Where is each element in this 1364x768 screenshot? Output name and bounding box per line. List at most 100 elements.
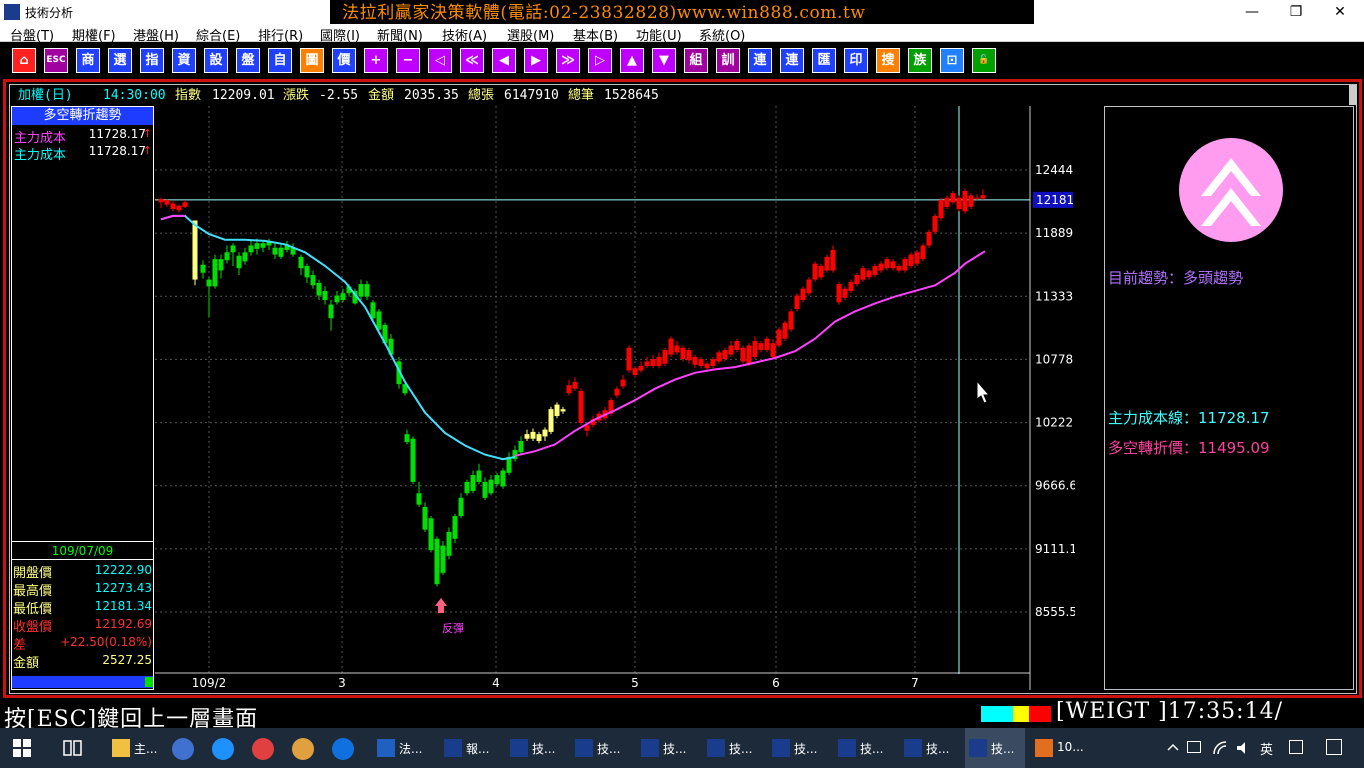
toolbar-button[interactable]: ▼ xyxy=(652,48,676,73)
maximize-button[interactable]: ❐ xyxy=(1274,0,1318,24)
menu-hk[interactable]: 港盤(H) xyxy=(133,25,179,44)
menu-ranking[interactable]: 排行(R) xyxy=(258,25,303,44)
candle-body xyxy=(230,245,236,253)
notification-icon[interactable] xyxy=(1326,739,1342,755)
taskbar-item[interactable]: 報... xyxy=(440,728,500,768)
taskbar-item[interactable]: 技... xyxy=(965,728,1025,768)
edge-legacy-icon[interactable] xyxy=(212,738,234,760)
toolbar-button[interactable]: 自 xyxy=(268,48,292,73)
main-cost-label: 主力成本 xyxy=(14,148,67,163)
toolbar-button[interactable]: 搜 xyxy=(876,48,900,73)
candle-body xyxy=(800,288,806,301)
toolbar-button[interactable]: 連 xyxy=(780,48,804,73)
toolbar-button[interactable]: ▶ xyxy=(524,48,548,73)
toolbar-button[interactable]: 商 xyxy=(76,48,100,73)
toolbar-button[interactable]: 指 xyxy=(140,48,164,73)
toolbar-button[interactable]: ESC xyxy=(44,48,68,73)
menu-stock-picking[interactable]: 選股(M) xyxy=(507,25,554,44)
windows-start-icon[interactable] xyxy=(13,739,31,757)
toolbar-button[interactable]: ▷ xyxy=(588,48,612,73)
task-view-icon[interactable] xyxy=(62,739,82,757)
edge-icon[interactable] xyxy=(332,738,354,760)
toolbar-button[interactable]: 🔓 xyxy=(972,48,996,73)
candle-body xyxy=(500,470,506,487)
candle-body xyxy=(554,404,560,416)
toolbar-button[interactable]: 設 xyxy=(204,48,228,73)
x-tick-label: 5 xyxy=(631,676,639,690)
taskbar-item[interactable]: 法... xyxy=(373,728,433,768)
menu-international[interactable]: 國際(I) xyxy=(320,25,360,44)
candle-body xyxy=(890,261,896,269)
menu-composite[interactable]: 綜合(E) xyxy=(196,25,240,44)
toolbar-button[interactable]: ⊡ xyxy=(940,48,964,73)
app-window-icon xyxy=(1035,739,1053,757)
candle-body xyxy=(662,350,668,364)
candle-body xyxy=(872,265,878,276)
menu-taipan[interactable]: 台盤(T) xyxy=(10,25,54,44)
toolbar-button[interactable]: 連 xyxy=(748,48,772,73)
taskbar-item-label: 10... xyxy=(1057,740,1084,754)
chevron-up-icon[interactable] xyxy=(1167,742,1179,752)
toolbar-button[interactable]: 價 xyxy=(332,48,356,73)
explorer-icon[interactable] xyxy=(172,738,194,760)
quote-time: 14:30:00 xyxy=(103,88,166,103)
close-button[interactable]: ✕ xyxy=(1318,0,1362,24)
volume-icon[interactable] xyxy=(1236,740,1252,756)
paint-icon[interactable] xyxy=(292,738,314,760)
taskbar-item[interactable]: 技... xyxy=(703,728,763,768)
toolbar-button[interactable]: 資 xyxy=(172,48,196,73)
toolbar-button[interactable]: 訓 xyxy=(716,48,740,73)
toolbar-button[interactable]: 盤 xyxy=(236,48,260,73)
scroll-handle[interactable] xyxy=(1349,85,1357,105)
taskbar-item[interactable]: 技... xyxy=(637,728,697,768)
toolbar-button[interactable]: 組 xyxy=(684,48,708,73)
taskbar-item[interactable]: 技... xyxy=(900,728,960,768)
quote-value: 12192.69 xyxy=(94,617,152,631)
candle-body xyxy=(566,385,572,394)
taskbar-item[interactable]: 技... xyxy=(768,728,828,768)
pivot-price: 多空轉折價：11495.09 xyxy=(1108,439,1270,457)
candle-body xyxy=(542,429,548,437)
left-scrollbar[interactable] xyxy=(12,676,153,688)
battery-icon[interactable] xyxy=(1187,741,1201,753)
menu-fundamental[interactable]: 基本(B) xyxy=(573,25,618,44)
toolbar-button[interactable]: ≫ xyxy=(556,48,580,73)
ime-indicator[interactable]: 英 xyxy=(1260,739,1273,758)
candle-body xyxy=(776,329,782,346)
toolbar-button[interactable]: ◀ xyxy=(492,48,516,73)
taskbar-item[interactable]: 技... xyxy=(571,728,631,768)
taskbar-item[interactable]: 10... xyxy=(1031,728,1091,768)
taskbar-item[interactable]: 技... xyxy=(834,728,894,768)
toolbar-button[interactable]: ⌂ xyxy=(12,48,36,73)
chrome-icon[interactable] xyxy=(252,738,274,760)
toolbar-button[interactable]: 選 xyxy=(108,48,132,73)
menu-technical[interactable]: 技術(A) xyxy=(442,25,487,44)
candle-body xyxy=(416,493,422,505)
menu-futures[interactable]: 期權(F) xyxy=(72,25,116,44)
candle-body xyxy=(632,368,638,376)
menu-function[interactable]: 功能(U) xyxy=(636,25,682,44)
toolbar-button[interactable]: 印 xyxy=(844,48,868,73)
toolbar-button[interactable]: ▲ xyxy=(620,48,644,73)
toolbar-button[interactable]: ◁ xyxy=(428,48,452,73)
minimize-button[interactable]: — xyxy=(1230,0,1274,24)
toolbar-button[interactable]: 族 xyxy=(908,48,932,73)
arrow-up-icon: ↑ xyxy=(142,127,152,140)
taskbar-item[interactable]: 技... xyxy=(506,728,566,768)
menu-news[interactable]: 新聞(N) xyxy=(377,25,423,44)
taskbar-item[interactable]: 主... xyxy=(108,728,168,768)
amount-value: 2035.35 xyxy=(404,88,459,103)
network-icon[interactable] xyxy=(1212,740,1228,756)
candle-body xyxy=(304,265,310,278)
toolbar-button[interactable]: 圖 xyxy=(300,48,324,73)
ime-mode-icon[interactable] xyxy=(1289,740,1303,754)
menu-system[interactable]: 系統(O) xyxy=(699,25,745,44)
app-window-icon xyxy=(838,739,856,757)
toolbar-button[interactable]: 匯 xyxy=(812,48,836,73)
toolbar-button[interactable]: ≪ xyxy=(460,48,484,73)
toolbar-button[interactable]: + xyxy=(364,48,388,73)
candlestick-chart[interactable]: 12444 11889 11333 10778 10222 9666.67 9111.11 8… xyxy=(155,106,1075,690)
taskbar-item-label: 技... xyxy=(532,742,556,756)
candle-body xyxy=(434,538,440,585)
toolbar-button[interactable]: − xyxy=(396,48,420,73)
